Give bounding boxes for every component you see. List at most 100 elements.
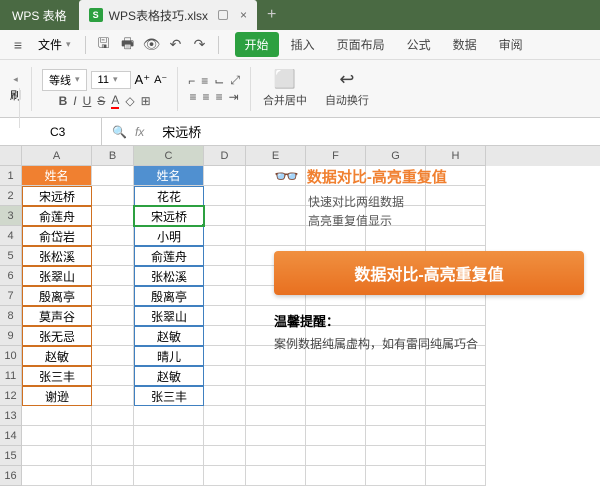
fx-icon[interactable]: fx	[135, 125, 144, 139]
cell-D8[interactable]	[204, 306, 246, 326]
cell-A11[interactable]: 张三丰	[22, 366, 92, 386]
row-head-13[interactable]: 13	[0, 406, 22, 426]
row-head-7[interactable]: 7	[0, 286, 22, 306]
cell-B5[interactable]	[92, 246, 134, 266]
cell-A9[interactable]: 张无忌	[22, 326, 92, 346]
cell-C3[interactable]: 宋远桥	[134, 206, 204, 226]
new-tab-button[interactable]: +	[257, 6, 286, 24]
col-head-H[interactable]: H	[426, 146, 486, 166]
row-head-16[interactable]: 16	[0, 466, 22, 486]
align-mid-icon[interactable]: ≡	[201, 74, 208, 88]
align-center-icon[interactable]: ≡	[203, 90, 210, 104]
menu-icon[interactable]: ≡	[8, 35, 28, 55]
cell-D1[interactable]	[204, 166, 246, 186]
cell-D7[interactable]	[204, 286, 246, 306]
font-size-select[interactable]: 11▾	[91, 71, 131, 89]
cell-E11[interactable]	[246, 366, 306, 386]
row-head-11[interactable]: 11	[0, 366, 22, 386]
cell-D11[interactable]	[204, 366, 246, 386]
cell-H16[interactable]	[426, 466, 486, 486]
cell-B13[interactable]	[92, 406, 134, 426]
close-icon[interactable]: ×	[240, 8, 247, 22]
col-head-G[interactable]: G	[366, 146, 426, 166]
cell-E12[interactable]	[246, 386, 306, 406]
cell-D9[interactable]	[204, 326, 246, 346]
cell-B1[interactable]	[92, 166, 134, 186]
cell-C11[interactable]: 赵敏	[134, 366, 204, 386]
cell-G16[interactable]	[366, 466, 426, 486]
font-color-button[interactable]: A	[111, 93, 119, 109]
cell-B2[interactable]	[92, 186, 134, 206]
col-head-A[interactable]: A	[22, 146, 92, 166]
row-head-4[interactable]: 4	[0, 226, 22, 246]
align-left-icon[interactable]: ≡	[190, 90, 197, 104]
menu-tab-0[interactable]: 开始	[235, 32, 279, 57]
menu-tab-3[interactable]: 公式	[397, 32, 441, 57]
cell-H12[interactable]	[426, 386, 486, 406]
file-menu[interactable]: 文件▾	[32, 36, 77, 53]
col-head-E[interactable]: E	[246, 146, 306, 166]
cell-F16[interactable]	[306, 466, 366, 486]
decrease-font-icon[interactable]: A⁻	[154, 73, 167, 86]
cell-C13[interactable]	[134, 406, 204, 426]
align-right-icon[interactable]: ≡	[216, 90, 223, 104]
cell-A13[interactable]	[22, 406, 92, 426]
cell-B6[interactable]	[92, 266, 134, 286]
cell-A2[interactable]: 宋远桥	[22, 186, 92, 206]
search-icon[interactable]: 🔍	[112, 125, 127, 139]
cell-D14[interactable]	[204, 426, 246, 446]
cell-C8[interactable]: 张翠山	[134, 306, 204, 326]
cell-E15[interactable]	[246, 446, 306, 466]
cell-A5[interactable]: 张松溪	[22, 246, 92, 266]
cell-A14[interactable]	[22, 426, 92, 446]
cell-C12[interactable]: 张三丰	[134, 386, 204, 406]
cell-G11[interactable]	[366, 366, 426, 386]
cell-A4[interactable]: 俞岱岩	[22, 226, 92, 246]
font-select[interactable]: 等线▾	[42, 69, 87, 91]
col-head-B[interactable]: B	[92, 146, 134, 166]
cell-C5[interactable]: 俞莲舟	[134, 246, 204, 266]
cell-C7[interactable]: 殷离亭	[134, 286, 204, 306]
cell-D5[interactable]	[204, 246, 246, 266]
cell-A12[interactable]: 谢逊	[22, 386, 92, 406]
menu-tab-1[interactable]: 插入	[281, 32, 325, 57]
cell-A1[interactable]: 姓名	[22, 166, 92, 186]
cell-B15[interactable]	[92, 446, 134, 466]
document-tab[interactable]: S WPS表格技巧.xlsx ×	[79, 0, 257, 30]
orient-icon[interactable]: ⤢	[230, 73, 240, 88]
highlight-duplicates-button[interactable]: 数据对比-高亮重复值	[274, 251, 584, 295]
align-bot-icon[interactable]: ⌙	[214, 74, 224, 88]
formula-input[interactable]: 宋远桥	[154, 122, 600, 141]
cell-A16[interactable]	[22, 466, 92, 486]
cell-E14[interactable]	[246, 426, 306, 446]
row-head-1[interactable]: 1	[0, 166, 22, 186]
cell-C10[interactable]: 晴儿	[134, 346, 204, 366]
fill-handle[interactable]	[201, 223, 204, 226]
cell-C6[interactable]: 张松溪	[134, 266, 204, 286]
cell-E13[interactable]	[246, 406, 306, 426]
cell-D16[interactable]	[204, 466, 246, 486]
format-brush-side[interactable]	[0, 88, 20, 128]
cell-C16[interactable]	[134, 466, 204, 486]
cell-B4[interactable]	[92, 226, 134, 246]
row-head-3[interactable]: 3	[0, 206, 22, 226]
cell-F14[interactable]	[306, 426, 366, 446]
cell-F12[interactable]	[306, 386, 366, 406]
cell-D12[interactable]	[204, 386, 246, 406]
cell-C15[interactable]	[134, 446, 204, 466]
menu-tab-4[interactable]: 数据	[443, 32, 487, 57]
row-head-14[interactable]: 14	[0, 426, 22, 446]
col-head-C[interactable]: C	[134, 146, 204, 166]
cell-E16[interactable]	[246, 466, 306, 486]
cell-A3[interactable]: 俞莲舟	[22, 206, 92, 226]
bold-button[interactable]: B	[59, 94, 68, 108]
wrap-button[interactable]: ↩ 自动换行	[319, 67, 375, 110]
indent-icon[interactable]: ⇥	[229, 90, 239, 104]
cell-C1[interactable]: 姓名	[134, 166, 204, 186]
cell-A10[interactable]: 赵敏	[22, 346, 92, 366]
select-all-corner[interactable]	[0, 146, 22, 166]
menu-tab-5[interactable]: 审阅	[489, 32, 533, 57]
cell-B12[interactable]	[92, 386, 134, 406]
cell-C9[interactable]: 赵敏	[134, 326, 204, 346]
cell-B9[interactable]	[92, 326, 134, 346]
